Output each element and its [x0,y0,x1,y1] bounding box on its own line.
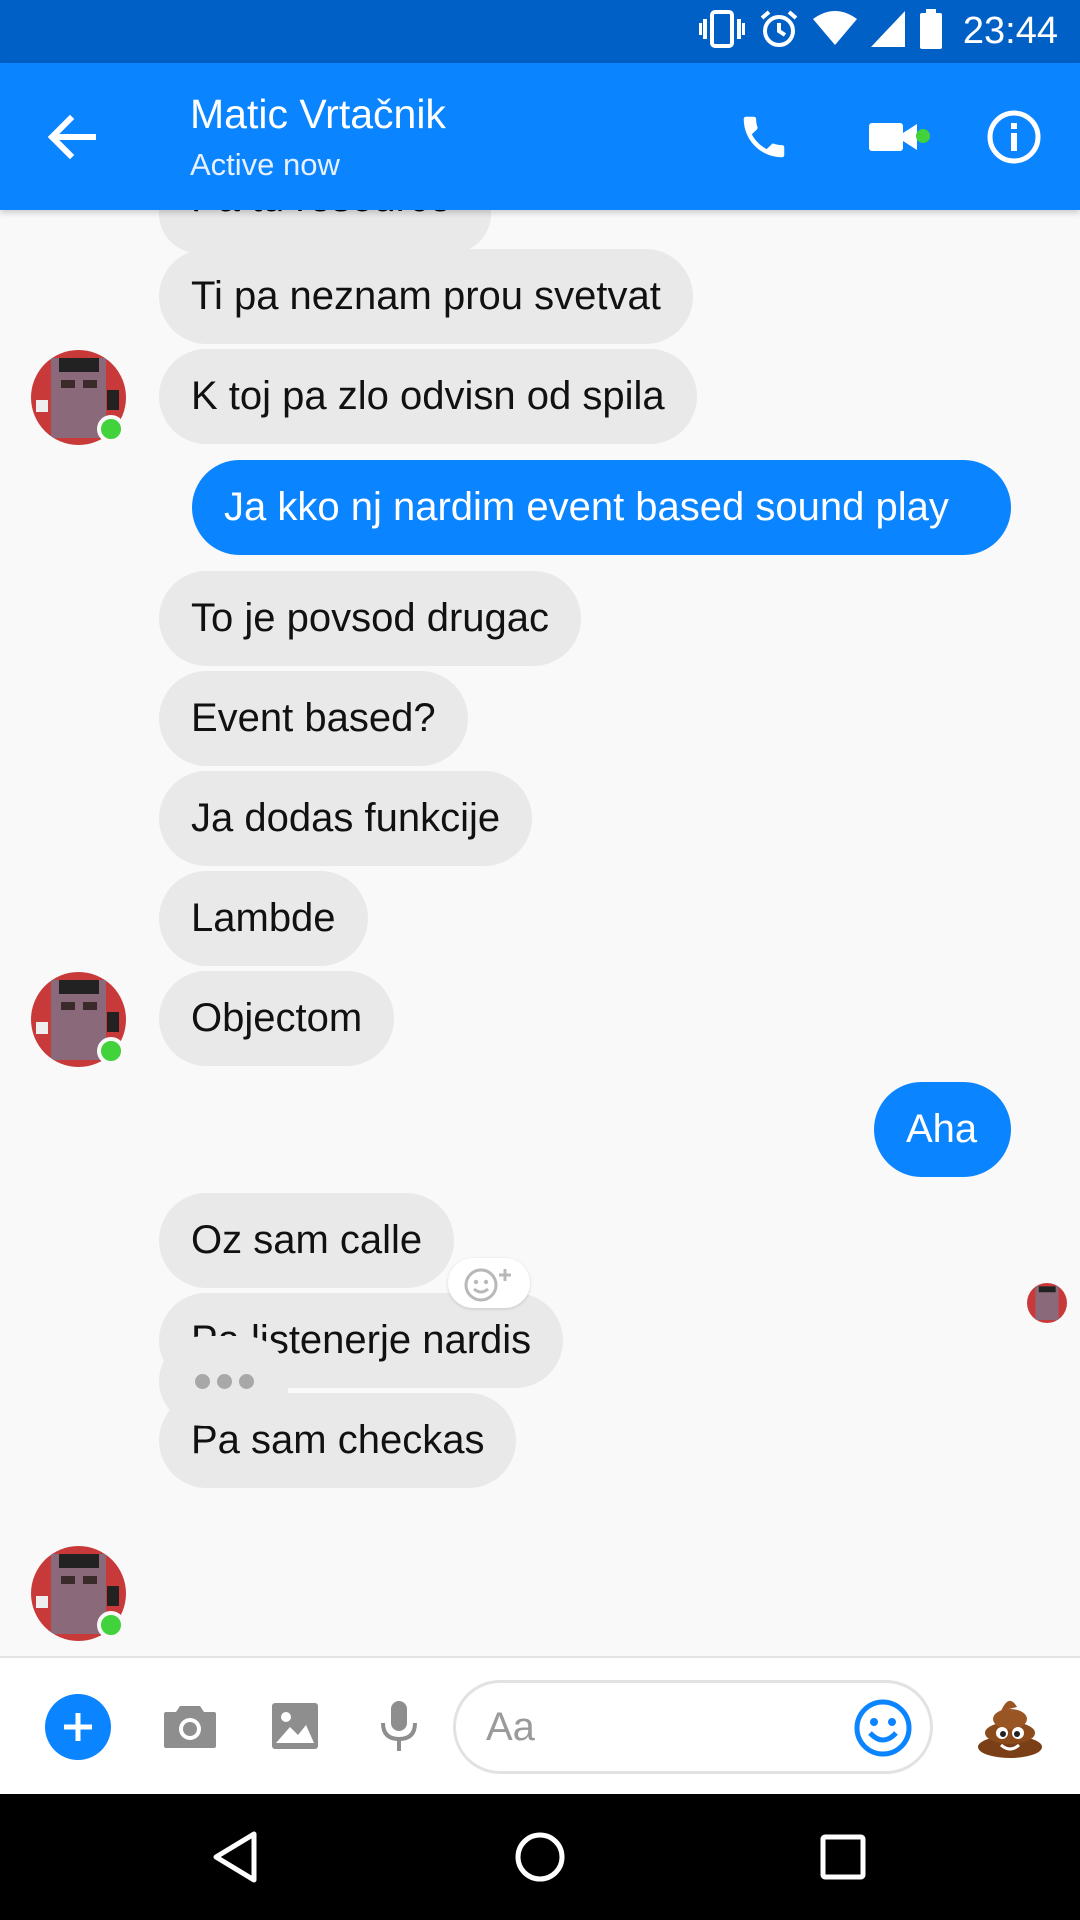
message-list[interactable]: Pa tu resource Ti pa neznam prou svetvat… [0,210,1080,1656]
message-composer [0,1656,1080,1794]
nav-recents-icon [820,1834,866,1880]
message-text-field[interactable] [453,1680,933,1774]
back-button[interactable] [40,105,104,169]
status-bar: 23:44 [0,0,1080,63]
wifi-icon [812,11,857,52]
conversation-header: Matic Vrtačnik Active now [0,63,1080,210]
back-arrow-icon [48,115,96,159]
message-text: Aha [906,1107,978,1151]
nav-back-icon [213,1831,257,1883]
video-camera-icon [869,123,917,151]
nav-back-button[interactable] [200,1822,270,1892]
message-bubble-incoming[interactable]: To je povsod drugac [159,571,582,666]
microphone-icon [381,1701,417,1751]
nav-recents-button[interactable] [808,1822,878,1892]
quick-reaction-button[interactable] [972,1688,1048,1764]
message-bubble-incoming[interactable]: K toj pa zlo odvisn od spila [159,349,697,444]
info-icon [987,110,1041,164]
poop-emoji-icon [978,1700,1042,1758]
message-bubble-partial[interactable]: Pa tu resource [159,210,491,253]
message-input[interactable] [486,1695,846,1759]
message-text: Oz sam calle [191,1218,423,1262]
smiley-icon [854,1699,912,1757]
online-status-dot [97,1611,125,1639]
more-actions-button[interactable] [45,1694,111,1760]
status-time: 23:44 [962,10,1058,52]
info-button[interactable] [980,103,1048,171]
microphone-button[interactable] [364,1691,434,1761]
nav-home-icon [515,1832,565,1882]
message-text: Ja dodas funkcije [191,796,501,840]
message-text: Pa tu resource [191,210,451,220]
message-bubble-incoming[interactable]: Oz sam calle [159,1193,455,1288]
contact-status: Active now [190,147,340,182]
online-status-dot [97,1037,125,1065]
plus-icon [64,1713,92,1741]
typing-dot [216,1373,232,1389]
nav-home-button[interactable] [505,1822,575,1892]
video-call-button[interactable] [860,103,930,171]
message-text: Objectom [191,996,363,1040]
message-text: Lambde [191,896,336,940]
message-bubble-incoming[interactable]: Objectom [159,971,395,1066]
image-icon [272,1703,318,1749]
message-bubble-outgoing[interactable]: Aha [874,1082,1011,1177]
gallery-button[interactable] [260,1691,330,1761]
video-active-dot [916,129,930,143]
message-text: K toj pa zlo odvisn od spila [191,374,665,418]
add-reaction-icon [464,1268,511,1302]
message-bubble-incoming[interactable]: Ja dodas funkcije [159,771,533,866]
camera-icon [164,1706,216,1748]
online-status-dot [97,415,125,443]
emoji-button[interactable] [852,1697,914,1759]
alarm-icon [759,9,799,54]
message-bubble-incoming[interactable]: Event based? [159,671,468,766]
camera-button[interactable] [155,1691,225,1761]
system-nav-bar [0,1794,1080,1920]
call-button[interactable] [730,103,798,171]
add-reaction-button[interactable] [448,1258,530,1308]
seen-indicator-avatar [1027,1283,1067,1323]
message-text: Event based? [191,696,436,740]
typing-dot [238,1373,254,1389]
typing-indicator [159,1336,289,1426]
message-text: Ti pa neznam prou svetvat [191,274,661,318]
message-bubble-incoming[interactable]: Ti pa neznam prou svetvat [159,249,693,344]
battery-icon [919,9,943,54]
signal-icon [870,11,905,52]
message-bubble-outgoing[interactable]: Ja kko nj nardim event based sound play [192,460,1011,555]
message-bubble-incoming[interactable]: Lambde [159,871,368,966]
vibrate-icon [698,9,745,54]
status-icons: 23:44 [698,0,1058,63]
typing-dot [194,1373,210,1389]
contact-name[interactable]: Matic Vrtačnik [190,91,446,138]
message-text: Ja kko nj nardim event based sound play [224,485,949,529]
phone-icon [743,116,785,158]
message-text: To je povsod drugac [191,596,550,640]
